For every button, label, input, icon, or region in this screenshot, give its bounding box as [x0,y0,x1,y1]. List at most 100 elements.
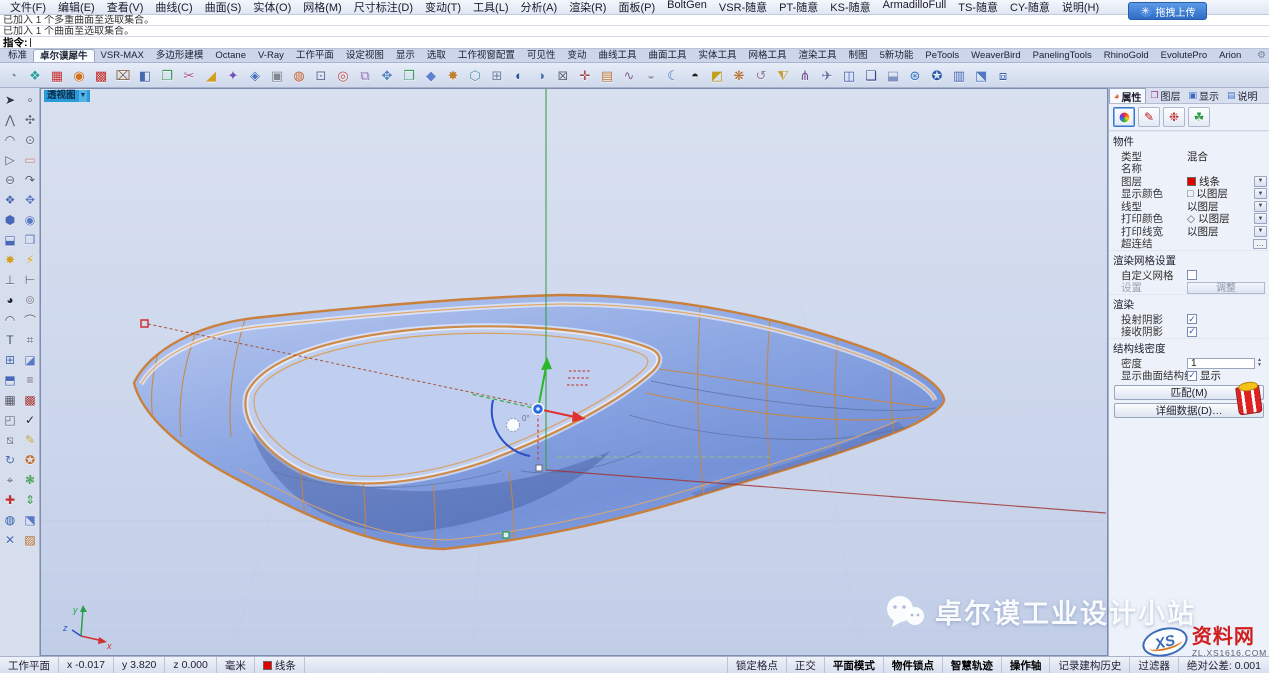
left-toolbar-icon[interactable]: ◉ [20,210,40,230]
left-toolbar-icon[interactable]: ➤ [0,90,20,110]
ribbon-tab[interactable]: PanelingTools [1027,49,1098,62]
ribbon-tab[interactable]: RhinoGold [1098,49,1155,62]
left-toolbar-icon[interactable]: ✓ [20,410,40,430]
viewport-perspective[interactable]: 0° y x z 透视图 ▼ [40,88,1108,656]
status-toggle[interactable]: 平面模式 [825,657,884,673]
menu-item[interactable]: 工具(L) [467,0,514,15]
ribbon-tab[interactable]: 多边形建模 [150,49,210,62]
toolbar-icon[interactable]: ◫ [838,65,860,86]
ribbon-tab[interactable]: V-Ray [252,49,290,62]
toolbar-icon[interactable]: ◓ [684,65,706,86]
left-toolbar-icon[interactable]: ∘ [20,90,40,110]
menu-item[interactable]: 尺寸标注(D) [348,0,419,15]
toolbar-icon[interactable]: ◈ [244,65,266,86]
ribbon-tab[interactable]: 网格工具 [743,49,793,62]
toolbar-icon[interactable]: ∿ [618,65,640,86]
command-prompt[interactable]: 指令: [0,37,1269,49]
left-toolbar-icon[interactable]: ✚ [0,490,20,510]
status-toggle[interactable]: 记录建构历史 [1050,657,1130,673]
left-toolbar-icon[interactable]: ✪ [20,450,40,470]
left-toolbar-icon[interactable]: ✕ [0,530,20,550]
left-toolbar-icon[interactable]: ⬓ [0,230,20,250]
toolbar-icon[interactable]: ⬓ [882,65,904,86]
left-toolbar-icon[interactable]: ◪ [20,350,40,370]
left-toolbar-icon[interactable]: ▷ [0,150,20,170]
ribbon-tab[interactable]: 制图 [843,49,874,62]
left-toolbar-icon[interactable]: ⬔ [20,510,40,530]
toolbar-icon[interactable]: ✈ [816,65,838,86]
toolbar-icon[interactable]: ↺ [750,65,772,86]
left-toolbar-icon[interactable]: ⌖ [0,470,20,490]
left-toolbar-icon[interactable]: ⌗ [20,330,40,350]
left-toolbar-icon[interactable]: ❒ [20,230,40,250]
left-toolbar-icon[interactable]: ⚡ [20,250,40,270]
toolbar-icon[interactable]: ✪ [926,65,948,86]
left-toolbar-icon[interactable]: ⇕ [20,490,40,510]
toolbar-icon[interactable]: ☾ [662,65,684,86]
receive-shadow-checkbox[interactable]: ✓ [1187,327,1197,337]
point-marker-white[interactable] [536,465,542,471]
point-marker-green[interactable] [503,532,509,538]
gear-icon[interactable]: ⚙ [1257,50,1266,61]
left-toolbar-icon[interactable]: ◕ [0,290,20,310]
toolbar-icon[interactable]: ❑ [860,65,882,86]
toolbar-icon[interactable]: ⬔ [970,65,992,86]
toolbar-icon[interactable]: ⬡ [464,65,486,86]
menu-item[interactable]: 说明(H) [1056,0,1105,15]
left-toolbar-icon[interactable]: ↻ [0,450,20,470]
dropdown-button[interactable]: ▼ [1254,226,1267,237]
units[interactable]: 毫米 [217,657,255,673]
toolbar-icon[interactable]: ⊞ [486,65,508,86]
density-stepper[interactable]: ▲▼ [1257,358,1267,368]
toolbar-icon[interactable]: ◐ [508,65,530,86]
toolbar-icon[interactable]: ⧉ [354,65,376,86]
ribbon-tab[interactable]: EvolutePro [1155,49,1213,62]
left-toolbar-icon[interactable]: ⊙ [20,130,40,150]
ribbon-tab[interactable]: 曲线工具 [592,49,642,62]
menu-item[interactable]: 曲线(C) [149,0,198,15]
toolbar-icon[interactable]: ✦ [222,65,244,86]
menu-item[interactable]: 查看(V) [101,0,150,15]
viewport-title-tab[interactable]: 透视图 ▼ [44,90,90,102]
left-toolbar-icon[interactable]: ⋀ [0,110,20,130]
menu-item[interactable]: 网格(M) [297,0,348,15]
toolbar-icon[interactable]: ▥ [948,65,970,86]
menu-item[interactable]: CY-随意 [1004,0,1056,15]
menu-item[interactable]: KS-随意 [824,0,876,15]
left-toolbar-icon[interactable]: ▭ [20,150,40,170]
menu-item[interactable]: 文件(F) [4,0,52,15]
adjust-button[interactable]: 调整 [1187,282,1265,294]
left-toolbar-icon[interactable]: ✣ [20,110,40,130]
browse-button[interactable]: … [1253,239,1267,249]
left-toolbar-icon[interactable]: ◰ [0,410,20,430]
panel-tab[interactable]: ▤说明 [1223,88,1262,103]
ribbon-tab[interactable]: WeaverBird [965,49,1026,62]
menu-item[interactable]: 渲染(R) [563,0,612,15]
menu-item[interactable]: ArmadilloFull [877,0,953,15]
ribbon-tab[interactable]: 渲染工具 [793,49,843,62]
toolbar-icon[interactable]: ⊠ [552,65,574,86]
toolbar-icon[interactable]: ⊛ [904,65,926,86]
toolbar-icon[interactable]: ⊡ [310,65,332,86]
left-toolbar-icon[interactable]: ⊥ [0,270,20,290]
toolbar-icon[interactable]: ✛ [574,65,596,86]
ribbon-tab[interactable]: 变动 [561,49,592,62]
toolbar-icon[interactable]: ◎ [332,65,354,86]
toolbar-icon[interactable]: ▤ [596,65,618,86]
toolbar-icon[interactable]: ✸ [442,65,464,86]
left-toolbar-icon[interactable]: ⧅ [0,430,20,450]
status-toggle[interactable]: 操作轴 [1002,657,1051,673]
left-toolbar-icon[interactable]: ⬢ [0,210,20,230]
cplane-button[interactable]: 工作平面 [0,657,59,673]
toolbar-icon[interactable]: ⧨ [772,65,794,86]
left-toolbar-icon[interactable]: ⊞ [0,350,20,370]
left-toolbar-icon[interactable]: ⊢ [20,270,40,290]
toolbar-icon[interactable]: ⧈ [992,65,1014,86]
menu-item[interactable]: 编辑(E) [52,0,101,15]
ribbon-tab[interactable]: 卓尔谟犀牛 [33,49,95,62]
left-toolbar-icon[interactable]: ▨ [20,530,40,550]
dropdown-button[interactable]: ▼ [1254,188,1267,199]
menu-item[interactable]: 曲面(S) [199,0,248,15]
panel-tab[interactable]: ◕属性 [1109,88,1146,103]
toolbar-icon[interactable]: ◆ [420,65,442,86]
